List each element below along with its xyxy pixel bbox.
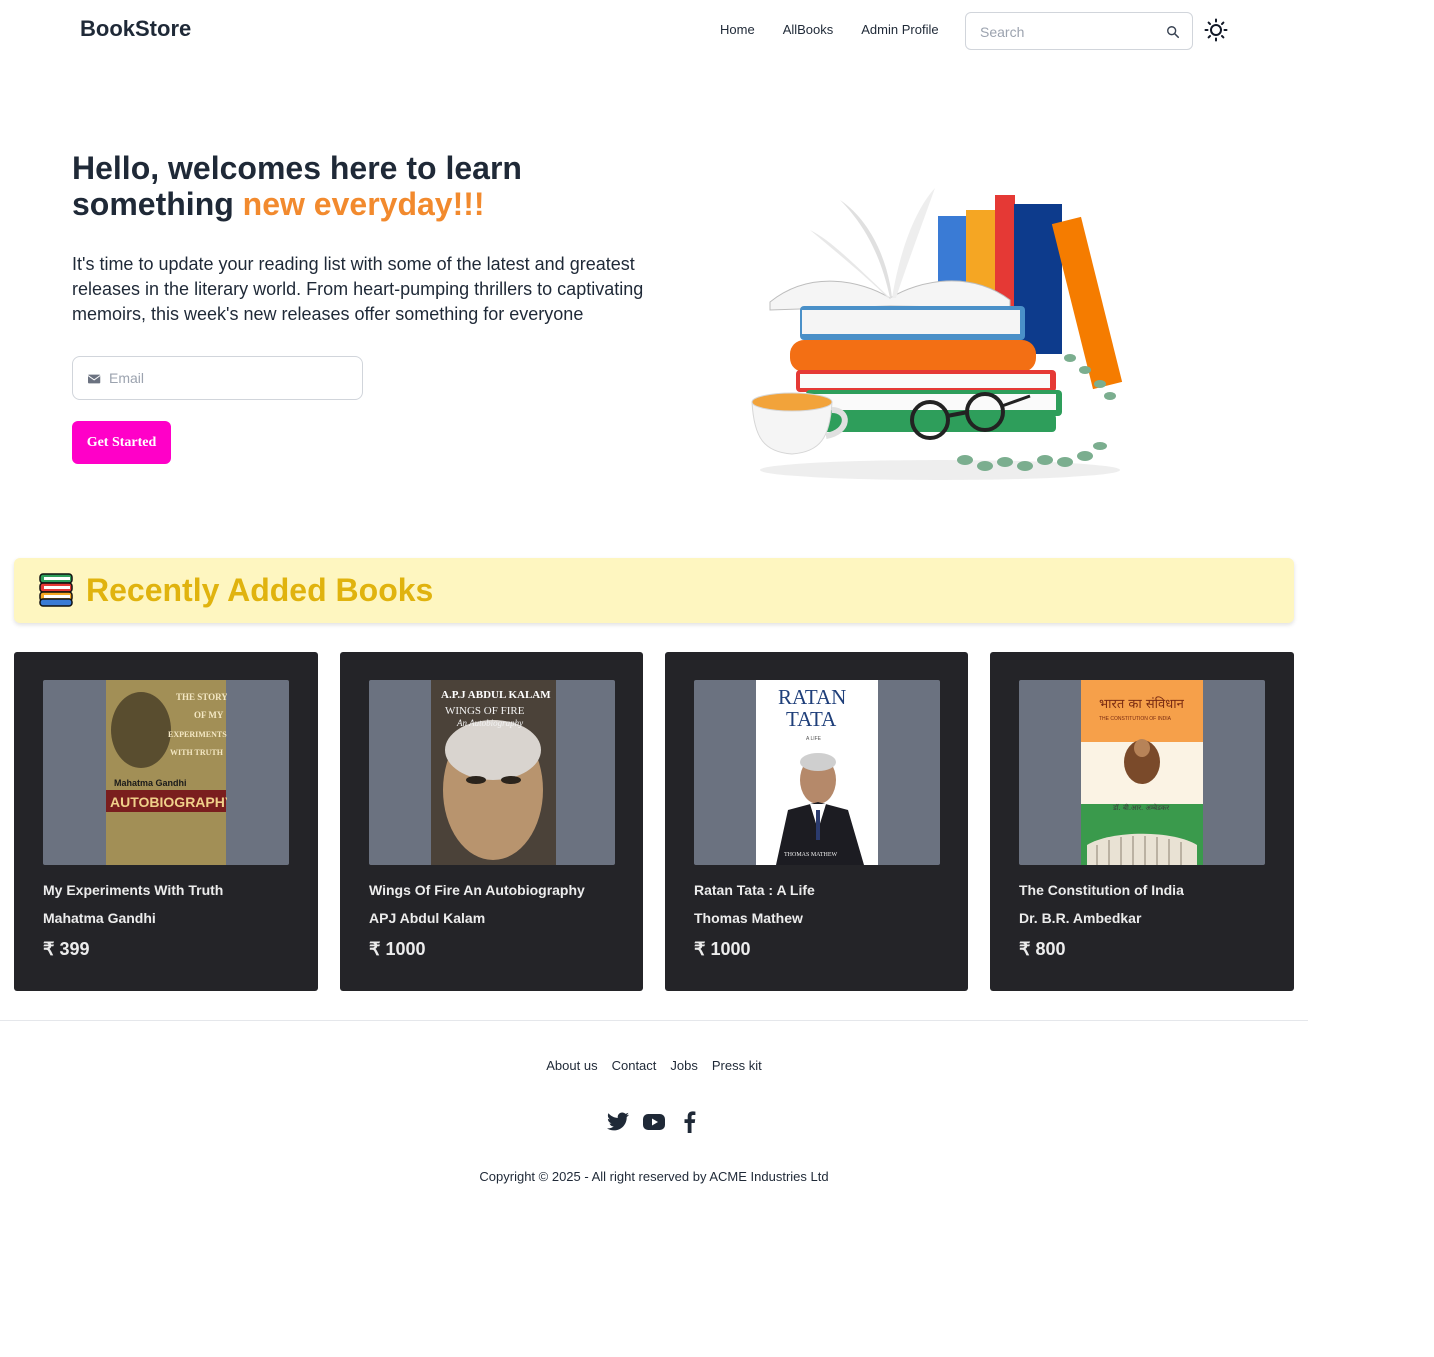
section-title: Recently Added Books [86, 572, 434, 608]
footer-links: About us Contact Jobs Press kit [0, 1058, 1308, 1073]
book-price: ₹ 800 [1019, 939, 1066, 959]
facebook-icon[interactable] [678, 1110, 702, 1134]
footer-link-jobs[interactable]: Jobs [670, 1058, 697, 1073]
book-title: The Constitution of India [1019, 882, 1184, 898]
twitter-icon[interactable] [606, 1110, 630, 1134]
cover-line-3: A LIFE [806, 736, 822, 742]
nav-link-home[interactable]: Home [706, 22, 769, 37]
hero-description: It's time to update your reading list wi… [72, 254, 644, 324]
cover-line-2: WINGS OF FIRE [445, 705, 525, 717]
book-price: ₹ 1000 [694, 939, 751, 959]
book-cover-frame: THE STORY OF MY EXPERIMENTS WITH TRUTH M… [43, 680, 289, 865]
social-links [0, 1110, 1308, 1134]
book-card[interactable]: भारत का संविधान THE CONSTITUTION OF INDI… [990, 652, 1294, 991]
footer-divider [0, 1020, 1308, 1021]
hero-title-accent: new everyday!!! [242, 186, 485, 222]
book-cover-image: THE STORY OF MY EXPERIMENTS WITH TRUTH M… [105, 680, 227, 865]
cover-line-2: TATA [786, 707, 837, 731]
cover-line-1: RATAN [778, 685, 846, 709]
cover-line-6: AUTOBIOGRAPHY [110, 794, 227, 810]
nav-link-allbooks[interactable]: AllBooks [769, 22, 848, 37]
copyright-text: Copyright © 2025 - All right reserved by… [479, 1169, 829, 1184]
books-illustration [751, 188, 1123, 480]
cover-line-4: THOMAS MATHEW [784, 852, 838, 858]
book-cover-frame: RATAN TATA A LIFE THOMAS MATHEW [694, 680, 940, 865]
brand-logo[interactable]: BookStore [80, 16, 191, 42]
book-cover-image: भारत का संविधान THE CONSTITUTION OF INDI… [1081, 680, 1203, 865]
footer-link-press-kit[interactable]: Press kit [712, 1058, 762, 1073]
cover-line-3: डॉ. बी.आर. अम्बेडकर [1112, 803, 1169, 812]
book-title: Ratan Tata : A Life [694, 882, 815, 898]
hero-title: Hello, welcomes here to learn something … [72, 150, 632, 222]
book-price: ₹ 399 [43, 939, 90, 959]
book-card[interactable]: RATAN TATA A LIFE THOMAS MATHEW Ratan Ta… [665, 652, 968, 991]
book-author: Dr. B.R. Ambedkar [1019, 910, 1142, 926]
book-title: Wings Of Fire An Autobiography [369, 882, 585, 898]
book-price: ₹ 1000 [369, 939, 426, 959]
books-icon [39, 573, 73, 607]
navbar: BookStore Home AllBooks Admin Profile [0, 0, 1308, 60]
nav-links: Home AllBooks Admin Profile [706, 22, 953, 37]
sun-icon[interactable] [1204, 18, 1228, 42]
recently-added-header: Recently Added Books [14, 558, 1294, 623]
book-cover-image: RATAN TATA A LIFE THOMAS MATHEW [756, 680, 878, 865]
search-box [965, 12, 1193, 50]
cover-line-2: OF MY [194, 710, 224, 720]
cover-line-3: EXPERIMENTS [168, 730, 227, 739]
cover-line-1: A.P.J ABDUL KALAM [441, 689, 551, 701]
cover-line-1: भारत का संविधान [1099, 696, 1185, 712]
envelope-icon [88, 374, 101, 384]
book-cover-image: A.P.J ABDUL KALAM WINGS OF FIRE An Autob… [431, 680, 556, 865]
book-cover-frame: भारत का संविधान THE CONSTITUTION OF INDI… [1019, 680, 1265, 865]
cover-line-4: WITH TRUTH [170, 748, 224, 757]
cover-line-3: An Autobiography [456, 718, 523, 728]
get-started-button[interactable]: Get Started [72, 421, 171, 464]
book-cover-frame: A.P.J ABDUL KALAM WINGS OF FIRE An Autob… [369, 680, 615, 865]
footer-link-about[interactable]: About us [546, 1058, 597, 1073]
nav-link-admin-profile[interactable]: Admin Profile [847, 22, 952, 37]
book-card[interactable]: A.P.J ABDUL KALAM WINGS OF FIRE An Autob… [340, 652, 643, 991]
email-field [72, 356, 363, 400]
book-author: APJ Abdul Kalam [369, 910, 486, 926]
search-input[interactable] [980, 22, 1160, 42]
search-icon[interactable] [1166, 25, 1180, 39]
cover-line-1: THE STORY [176, 692, 227, 702]
email-input[interactable] [109, 368, 349, 388]
cover-line-2: THE CONSTITUTION OF INDIA [1099, 716, 1172, 722]
book-card[interactable]: THE STORY OF MY EXPERIMENTS WITH TRUTH M… [14, 652, 318, 991]
book-author: Thomas Mathew [694, 910, 803, 926]
youtube-icon[interactable] [642, 1110, 666, 1134]
book-author: Mahatma Gandhi [43, 910, 156, 926]
footer-link-contact[interactable]: Contact [612, 1058, 657, 1073]
book-title: My Experiments With Truth [43, 882, 224, 898]
cover-line-5: Mahatma Gandhi [114, 778, 187, 788]
